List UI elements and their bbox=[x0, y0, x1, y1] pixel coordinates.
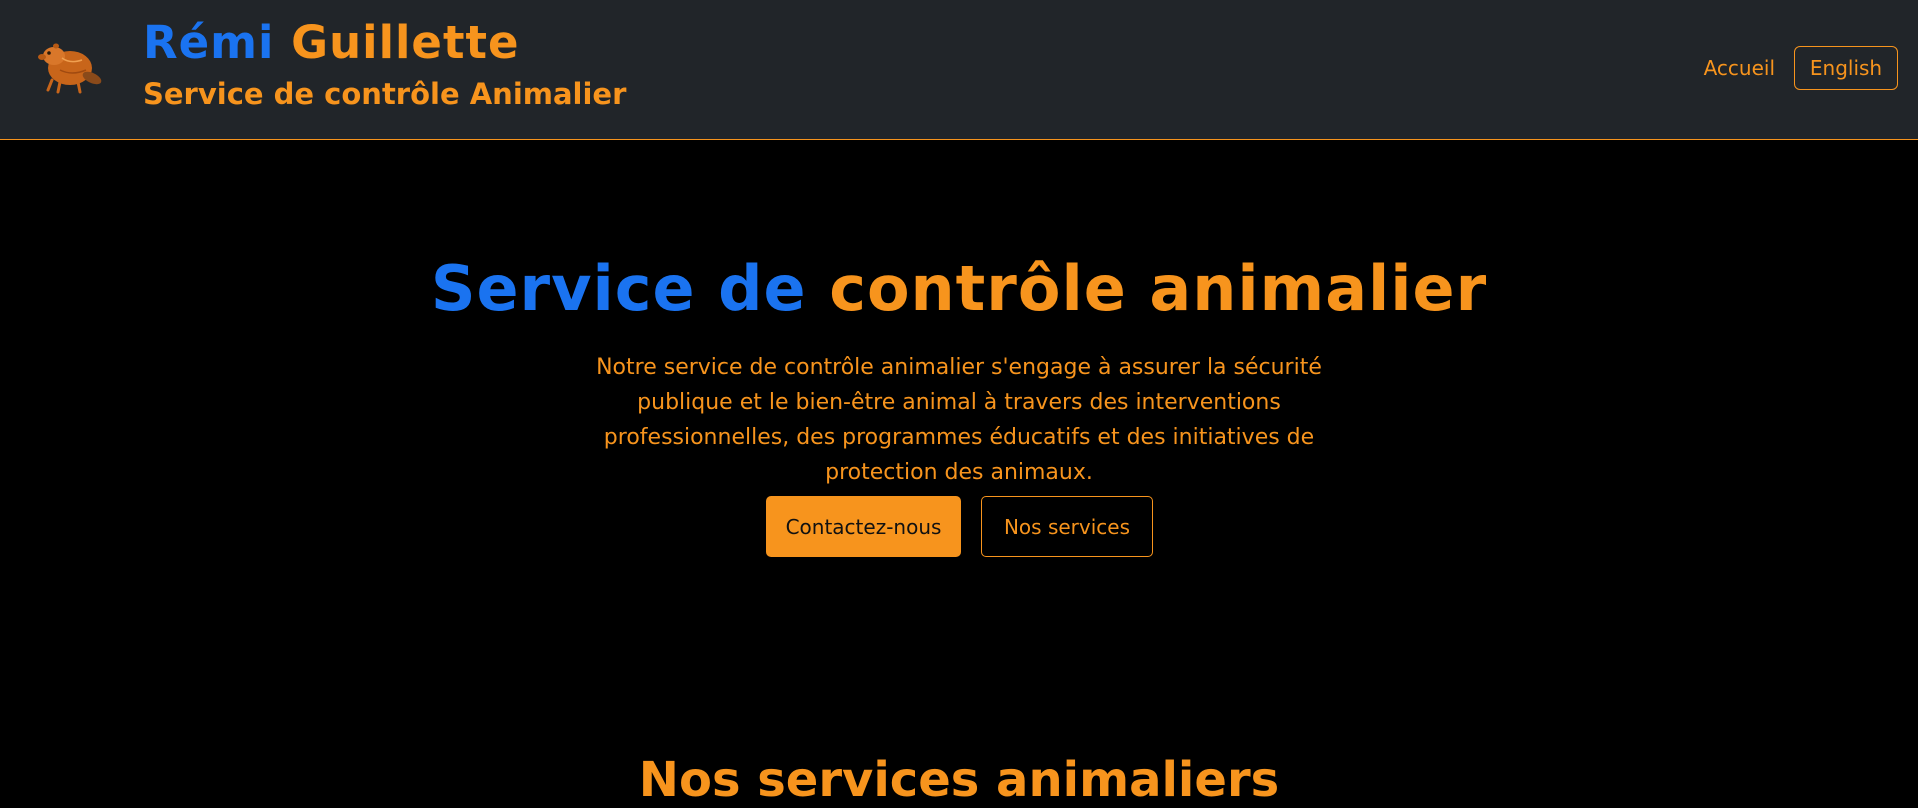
brand-subtitle: Service de contrôle Animalier bbox=[143, 77, 627, 111]
services-button[interactable]: Nos services bbox=[981, 496, 1153, 557]
hero-title-orange: contrôle animalier bbox=[829, 252, 1488, 325]
site-header: Rémi Guillette Service de contrôle Anima… bbox=[0, 0, 1918, 140]
services-section-title: Nos services animaliers bbox=[638, 752, 1280, 808]
language-switch-button[interactable]: English bbox=[1794, 46, 1898, 90]
contact-button[interactable]: Contactez-nous bbox=[766, 496, 961, 557]
brand-name[interactable]: Rémi Guillette bbox=[143, 18, 519, 68]
brand-last-name: Guillette bbox=[291, 16, 520, 69]
hero-description: Notre service de contrôle animalier s'en… bbox=[596, 355, 1322, 485]
hero-title-blue: Service de bbox=[430, 252, 807, 325]
beaver-logo-icon[interactable] bbox=[32, 34, 104, 98]
nav-home-link[interactable]: Accueil bbox=[1704, 56, 1775, 80]
hero-title: Service de contrôle animalier bbox=[0, 252, 1918, 325]
brand-first-name: Rémi bbox=[143, 16, 275, 69]
